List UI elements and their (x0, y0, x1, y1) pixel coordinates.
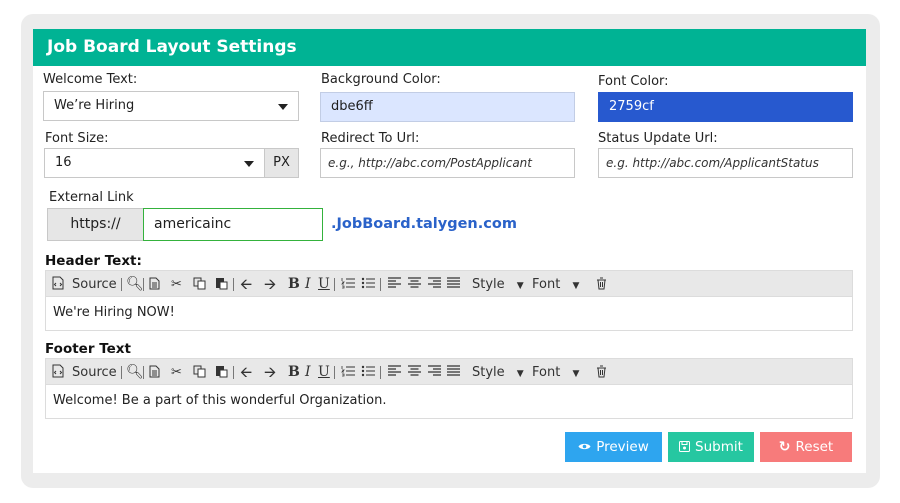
background-color-value: dbe6ff (331, 99, 373, 114)
footer-text-editor[interactable]: Welcome! Be a part of this wonderful Org… (45, 385, 853, 419)
chevron-down-icon (244, 161, 254, 167)
domain-suffix: .JobBoard.talygen.com (331, 216, 517, 232)
submit-button[interactable]: Submit (668, 432, 754, 462)
italic-button[interactable]: I (305, 359, 311, 386)
style-dropdown-label: Style (472, 277, 505, 292)
bullet-list-icon[interactable] (361, 271, 375, 298)
align-center-icon[interactable] (408, 271, 421, 298)
source-button[interactable]: Source (72, 359, 117, 386)
caret-down-icon: ▼ (572, 369, 580, 379)
font-dropdown-label: Font (532, 277, 561, 292)
source-icon[interactable] (52, 359, 64, 386)
align-right-icon[interactable] (428, 271, 441, 298)
caret-down-icon: ▼ (516, 369, 524, 379)
header-text-editor[interactable]: We're Hiring NOW! (45, 297, 853, 331)
redirect-url-placeholder: e.g., http://abc.com/PostApplicant (328, 156, 532, 170)
font-size-select[interactable]: 16 (44, 148, 265, 178)
underline-button[interactable]: U (318, 271, 330, 298)
justify-icon[interactable] (447, 359, 460, 386)
copy-icon[interactable] (193, 271, 206, 298)
source-icon[interactable] (52, 271, 64, 298)
external-link-label: External Link (49, 190, 134, 205)
reset-button-label: Reset (795, 439, 834, 455)
redirect-url-input[interactable]: e.g., http://abc.com/PostApplicant (320, 148, 575, 178)
align-left-icon[interactable] (388, 271, 401, 298)
bold-button[interactable]: B (288, 271, 300, 298)
refresh-icon: ↻ (778, 439, 791, 455)
redo-arrow-icon[interactable]: 🡪 (264, 271, 276, 298)
caret-down-icon: ▼ (516, 281, 524, 291)
font-color-label: Font Color: (598, 74, 669, 89)
redirect-url-label: Redirect To Url: (321, 131, 420, 146)
font-dropdown[interactable]: Font ▼ (532, 271, 579, 298)
submit-button-label: Submit (695, 439, 743, 455)
header-editor-toolbar: Source 🔍︎ ✂ 🡨 🡪 B I U Style ▼ Font ▼ (45, 270, 853, 297)
chevron-down-icon (278, 104, 288, 110)
paste-icon[interactable] (215, 359, 228, 386)
document-icon[interactable] (149, 271, 160, 298)
url-prefix: https:// (47, 208, 144, 241)
font-size-label: Font Size: (45, 131, 109, 146)
status-url-input[interactable]: e.g. http://abc.com/ApplicantStatus (598, 148, 853, 178)
bold-button[interactable]: B (288, 359, 300, 386)
font-dropdown[interactable]: Font ▼ (532, 359, 579, 386)
reset-button[interactable]: ↻ Reset (760, 432, 852, 462)
font-color-value: 2759cf (609, 99, 654, 114)
redo-arrow-icon[interactable]: 🡪 (264, 359, 276, 386)
font-size-unit: PX (264, 148, 299, 178)
background-color-input[interactable]: dbe6ff (320, 92, 575, 122)
eye-icon (578, 432, 591, 462)
panel-title: Job Board Layout Settings (33, 29, 866, 66)
trash-icon[interactable] (596, 271, 607, 298)
welcome-text-label: Welcome Text: (43, 72, 138, 87)
font-color-input[interactable]: 2759cf (598, 92, 853, 122)
status-url-label: Status Update Url: (598, 131, 718, 146)
justify-icon[interactable] (447, 271, 460, 298)
style-dropdown[interactable]: Style ▼ (472, 359, 524, 386)
underline-button[interactable]: U (318, 359, 330, 386)
preview-button[interactable]: Preview (565, 432, 662, 462)
preview-button-label: Preview (596, 439, 649, 455)
search-icon[interactable]: 🔍︎ (126, 271, 144, 298)
paste-icon[interactable] (215, 271, 228, 298)
header-text-label: Header Text: (45, 253, 142, 269)
align-right-icon[interactable] (428, 359, 441, 386)
background-color-label: Background Color: (321, 72, 441, 87)
document-icon[interactable] (149, 359, 160, 386)
scissors-icon[interactable]: ✂ (171, 271, 182, 298)
trash-icon[interactable] (596, 359, 607, 386)
welcome-text-value: We’re Hiring (54, 98, 135, 113)
undo-arrow-icon[interactable]: 🡨 (240, 271, 252, 298)
style-dropdown[interactable]: Style ▼ (472, 271, 524, 298)
style-dropdown-label: Style (472, 365, 505, 380)
numbered-list-icon[interactable] (341, 359, 355, 386)
numbered-list-icon[interactable] (341, 271, 355, 298)
align-left-icon[interactable] (388, 359, 401, 386)
align-center-icon[interactable] (408, 359, 421, 386)
footer-text-label: Footer Text (45, 341, 131, 357)
scissors-icon[interactable]: ✂ (171, 359, 182, 386)
welcome-text-select[interactable]: We’re Hiring (43, 91, 299, 121)
undo-arrow-icon[interactable]: 🡨 (240, 359, 252, 386)
font-size-value: 16 (55, 155, 72, 170)
settings-card: Job Board Layout Settings Welcome Text: … (33, 29, 866, 473)
search-icon[interactable]: 🔍︎ (126, 359, 144, 386)
copy-icon[interactable] (193, 359, 206, 386)
bullet-list-icon[interactable] (361, 359, 375, 386)
footer-editor-toolbar: Source 🔍︎ ✂ 🡨 🡪 B I U Style ▼ Font ▼ (45, 358, 853, 385)
save-icon (679, 432, 691, 462)
italic-button[interactable]: I (305, 271, 311, 298)
font-dropdown-label: Font (532, 365, 561, 380)
subdomain-input[interactable]: americainc (143, 208, 323, 241)
source-button[interactable]: Source (72, 271, 117, 298)
caret-down-icon: ▼ (572, 281, 580, 291)
status-url-placeholder: e.g. http://abc.com/ApplicantStatus (606, 156, 819, 170)
